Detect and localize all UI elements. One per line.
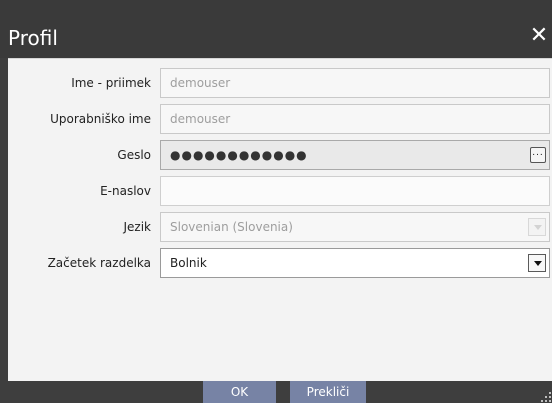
dialog-titlebar[interactable]: Profil ✕ (0, 0, 552, 58)
cancel-button[interactable]: Prekliči (290, 381, 366, 403)
language-value: Slovenian (Slovenia) (170, 220, 293, 234)
form-row-language: Jezik Slovenian (Slovenia) (8, 212, 552, 248)
username-label: Uporabniško ime (50, 112, 151, 126)
full-name-field[interactable]: demouser (160, 68, 550, 98)
password-field[interactable]: ●●●●●●●●●●●● ... (160, 140, 550, 170)
password-value: ●●●●●●●●●●●● (170, 148, 308, 162)
start-section-select[interactable]: Bolnik (160, 248, 550, 278)
language-select[interactable]: Slovenian (Slovenia) (160, 212, 550, 242)
dialog-title: Profil (8, 26, 58, 50)
chevron-down-icon[interactable] (528, 254, 546, 272)
form-row-full-name: Ime - priimek demouser (8, 68, 552, 104)
profile-dialog: Profil ✕ Ime - priimek demouser Uporabni… (0, 0, 552, 403)
email-field[interactable] (160, 176, 550, 206)
dialog-body: Ime - priimek demouser Uporabniško ime d… (8, 58, 552, 381)
form-row-email: E-naslov (8, 176, 552, 212)
password-options-button[interactable]: ... (530, 147, 546, 163)
full-name-label: Ime - priimek (71, 76, 151, 90)
start-section-label: Začetek razdelka (47, 256, 151, 270)
username-field[interactable]: demouser (160, 104, 550, 134)
password-label: Geslo (117, 148, 151, 162)
form-row-start-section: Začetek razdelka Bolnik (8, 248, 552, 284)
dialog-footer: OK Prekliči (0, 380, 552, 403)
form-row-username: Uporabniško ime demouser (8, 104, 552, 140)
close-icon[interactable]: ✕ (526, 22, 552, 50)
ok-button[interactable]: OK (203, 381, 276, 403)
start-section-value: Bolnik (170, 256, 207, 270)
language-label: Jezik (123, 220, 151, 234)
form-row-password: Geslo ●●●●●●●●●●●● ... (8, 140, 552, 176)
email-label: E-naslov (100, 184, 151, 198)
chevron-down-icon[interactable] (528, 218, 546, 236)
resize-grip-icon[interactable] (541, 392, 551, 402)
